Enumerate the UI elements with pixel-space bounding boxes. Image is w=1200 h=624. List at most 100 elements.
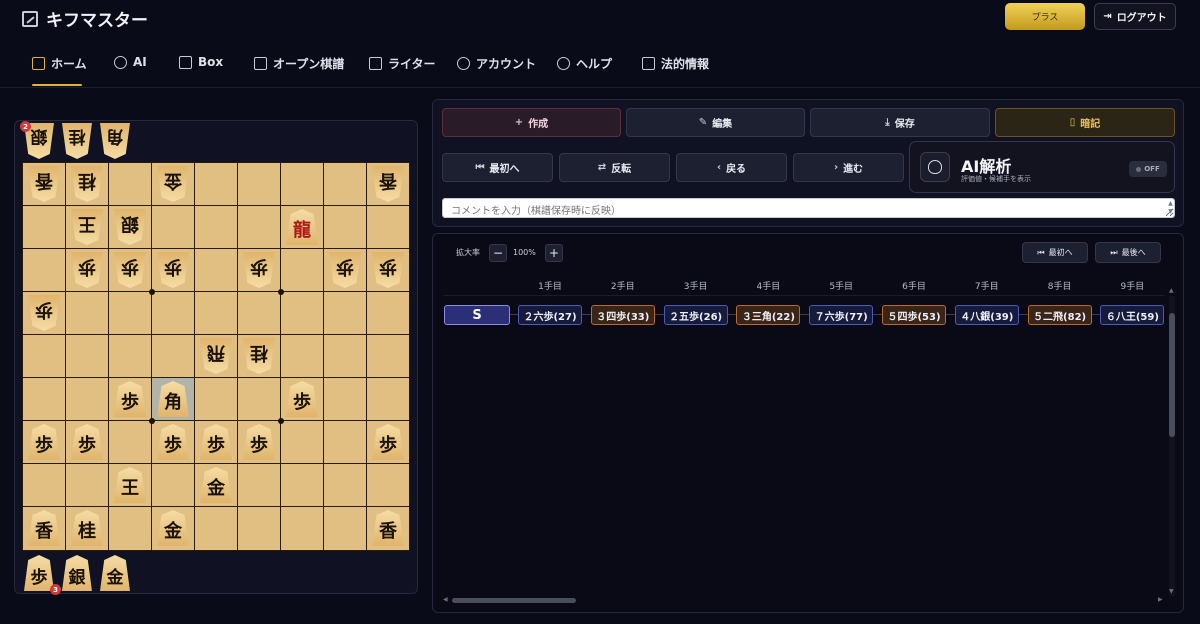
- board-square[interactable]: [195, 292, 238, 335]
- board-square[interactable]: [367, 378, 410, 421]
- board-square[interactable]: [23, 249, 66, 292]
- scroll-left-icon[interactable]: ◀: [443, 596, 448, 603]
- moves-first-button[interactable]: ⏮ 最初へ: [1022, 242, 1088, 263]
- board-square[interactable]: [238, 206, 281, 249]
- shogi-piece[interactable]: 金: [157, 510, 189, 546]
- board-square[interactable]: [152, 292, 195, 335]
- board-square[interactable]: [23, 206, 66, 249]
- board-square[interactable]: [238, 464, 281, 507]
- shogi-piece[interactable]: 香: [28, 510, 60, 546]
- shogi-piece[interactable]: 桂: [71, 510, 103, 546]
- board-square[interactable]: [238, 163, 281, 206]
- board-square[interactable]: [324, 335, 367, 378]
- board-square[interactable]: [109, 507, 152, 550]
- move-chip[interactable]: ６八王(59): [1100, 305, 1165, 325]
- board-square[interactable]: [281, 464, 324, 507]
- board-square[interactable]: [281, 421, 324, 464]
- board-square[interactable]: [195, 378, 238, 421]
- board-square[interactable]: [23, 378, 66, 421]
- nav-help[interactable]: ヘルプ: [557, 55, 612, 72]
- shogi-piece[interactable]: 歩: [157, 252, 189, 288]
- board-square[interactable]: [109, 421, 152, 464]
- move-chip[interactable]: ５二飛(82): [1027, 305, 1092, 325]
- hand-piece[interactable]: 角: [100, 123, 130, 159]
- board-square[interactable]: [23, 464, 66, 507]
- hand-piece[interactable]: 銀: [62, 555, 92, 591]
- plus-button[interactable]: プラス: [1005, 3, 1085, 30]
- board-square[interactable]: [281, 507, 324, 550]
- shogi-board[interactable]: 香桂金香王銀龍歩歩歩歩歩歩歩飛桂歩角歩歩歩歩歩歩歩王金香桂金香: [22, 162, 410, 551]
- move-chip[interactable]: ５四歩(53): [882, 305, 946, 325]
- move-chip[interactable]: ２五歩(26): [663, 305, 728, 325]
- nav-box[interactable]: Box: [179, 55, 223, 69]
- shogi-piece[interactable]: 歩: [28, 424, 60, 460]
- board-square[interactable]: [195, 206, 238, 249]
- shogi-piece[interactable]: 王: [71, 209, 103, 245]
- board-square[interactable]: [324, 464, 367, 507]
- comment-input[interactable]: [442, 198, 1175, 218]
- board-square[interactable]: [324, 163, 367, 206]
- shogi-piece[interactable]: 角: [157, 381, 189, 417]
- move-chip[interactable]: ２六歩(27): [518, 305, 582, 325]
- board-square[interactable]: [281, 335, 324, 378]
- shogi-piece[interactable]: 歩: [114, 252, 146, 288]
- board-square[interactable]: [66, 378, 109, 421]
- forward-button[interactable]: › 進む: [793, 153, 904, 182]
- board-square[interactable]: [109, 292, 152, 335]
- shogi-piece[interactable]: 歩: [243, 252, 275, 288]
- board-square[interactable]: [195, 163, 238, 206]
- board-square[interactable]: [238, 507, 281, 550]
- shogi-piece[interactable]: 歩: [114, 381, 146, 417]
- zoom-in-button[interactable]: +: [545, 244, 563, 262]
- board-square[interactable]: [367, 206, 410, 249]
- shogi-piece[interactable]: 銀: [114, 209, 146, 245]
- scroll-right-icon[interactable]: ▶: [1158, 596, 1163, 603]
- nav-home[interactable]: ホーム: [32, 55, 87, 72]
- back-button[interactable]: ‹ 戻る: [676, 153, 787, 182]
- shogi-piece[interactable]: 歩: [372, 424, 404, 460]
- board-square[interactable]: [66, 292, 109, 335]
- nav-account[interactable]: アカウント: [457, 55, 536, 72]
- save-button[interactable]: ⤓ 保存: [810, 108, 990, 137]
- board-square[interactable]: [152, 464, 195, 507]
- shogi-piece[interactable]: 歩: [71, 252, 103, 288]
- board-square[interactable]: [109, 163, 152, 206]
- nav-ai[interactable]: AI: [114, 55, 147, 69]
- move-chip[interactable]: ７六歩(77): [809, 305, 874, 325]
- memorize-button[interactable]: ▯ 暗記: [995, 108, 1175, 137]
- shogi-piece[interactable]: 歩: [28, 295, 60, 331]
- hand-piece[interactable]: 歩: [24, 555, 54, 591]
- ai-toggle[interactable]: OFF: [1129, 161, 1167, 177]
- shogi-piece[interactable]: 金: [157, 166, 189, 202]
- shogi-piece[interactable]: 王: [114, 467, 146, 503]
- zoom-out-button[interactable]: −: [489, 244, 507, 262]
- logout-button[interactable]: ⇥ ログアウト: [1094, 3, 1176, 30]
- board-square[interactable]: [367, 292, 410, 335]
- board-square[interactable]: [281, 292, 324, 335]
- horizontal-scroll-thumb[interactable]: [452, 598, 576, 603]
- board-square[interactable]: [195, 507, 238, 550]
- shogi-piece[interactable]: 歩: [157, 424, 189, 460]
- move-chip[interactable]: ３三角(22): [736, 305, 801, 325]
- scroll-down-icon[interactable]: ▼: [1169, 588, 1174, 595]
- shogi-piece[interactable]: 歩: [71, 424, 103, 460]
- board-square[interactable]: [152, 335, 195, 378]
- vertical-scroll-thumb[interactable]: [1169, 313, 1175, 437]
- board-square[interactable]: [367, 464, 410, 507]
- board-square[interactable]: [281, 163, 324, 206]
- comment-scroll-arrows-icon[interactable]: ▲ ▼: [1167, 200, 1174, 216]
- board-square[interactable]: [324, 206, 367, 249]
- hand-piece[interactable]: 金: [100, 555, 130, 591]
- board-square[interactable]: [238, 292, 281, 335]
- shogi-piece[interactable]: 香: [372, 510, 404, 546]
- board-square[interactable]: [324, 292, 367, 335]
- shogi-piece[interactable]: 飛: [200, 338, 232, 374]
- board-square[interactable]: [324, 378, 367, 421]
- hand-piece[interactable]: 桂: [62, 123, 92, 159]
- shogi-piece[interactable]: 歩: [372, 252, 404, 288]
- create-button[interactable]: + 作成: [442, 108, 621, 137]
- board-square[interactable]: [238, 378, 281, 421]
- shogi-piece[interactable]: 歩: [329, 252, 361, 288]
- shogi-piece[interactable]: 歩: [286, 381, 318, 417]
- shogi-piece[interactable]: 桂: [243, 338, 275, 374]
